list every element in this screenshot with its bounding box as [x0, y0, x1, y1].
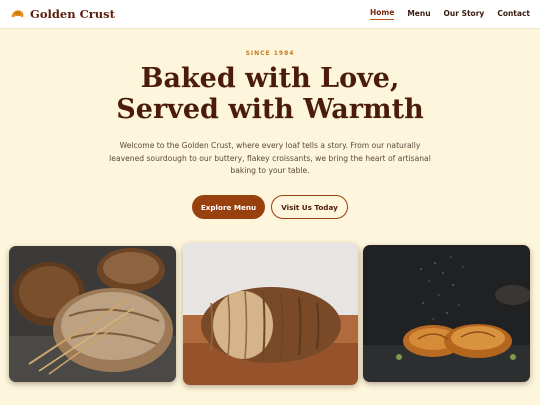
visit-us-button[interactable]: Visit Us Today [271, 195, 348, 219]
nav-link-contact[interactable]: Contact [497, 9, 530, 20]
brand-logo[interactable]: Golden Crust [10, 7, 115, 22]
gallery-image-sliced-bread [183, 243, 358, 385]
explore-menu-button[interactable]: Explore Menu [192, 195, 265, 219]
hero-intro-line-2: leavened sourdough to our buttery, flake… [109, 153, 431, 163]
nav-link-home[interactable]: Home [369, 8, 395, 20]
hero-eyebrow: SINCE 1984 [245, 50, 295, 57]
hero-intro: Welcome to the Golden Crust, where every… [100, 140, 440, 178]
nav-link-menu[interactable]: Menu [407, 9, 430, 20]
hero-intro-line-1: Welcome to the Golden Crust, where every… [119, 141, 421, 150]
brand-name: Golden Crust [30, 7, 115, 21]
hero-headline-line-1: Baked with Love, [140, 63, 400, 94]
gallery-image-rustic-loaves [9, 246, 176, 382]
top-navbar: Golden Crust Home Menu Our Story Contact [0, 0, 540, 29]
hero-headline: Baked with Love, Served with Warmth [0, 63, 540, 125]
hero-intro-line-3: baking to your table. [230, 166, 310, 175]
croissant-icon [11, 9, 24, 17]
nav-links: Home Menu Our Story Contact [369, 8, 530, 20]
nav-link-our-story[interactable]: Our Story [444, 9, 485, 20]
gallery-image-croissants [363, 245, 530, 382]
hero-headline-line-2: Served with Warmth [116, 94, 424, 125]
